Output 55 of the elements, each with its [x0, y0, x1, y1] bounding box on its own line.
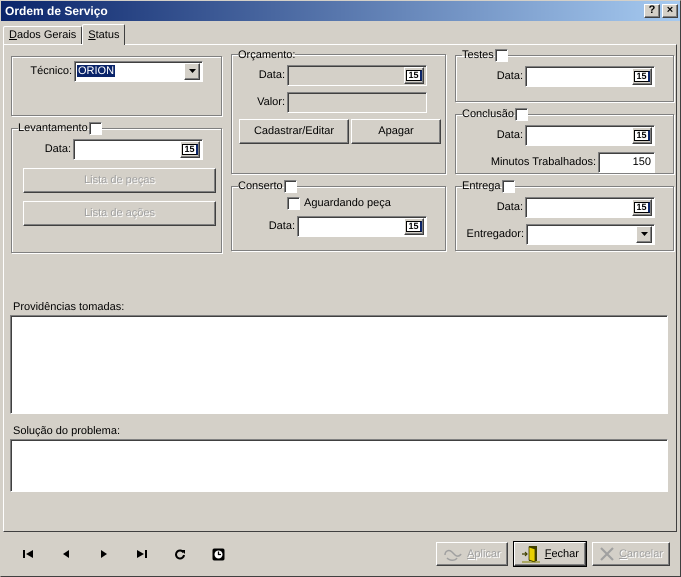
first-record-icon [22, 548, 34, 560]
group-title: Testes [462, 49, 494, 62]
action-button[interactable]: Apagar [351, 118, 441, 144]
tab[interactable]: Dados Gerais [3, 26, 82, 44]
tab[interactable]: Status [82, 24, 126, 45]
checkbox[interactable] [494, 48, 508, 62]
notes-label: Solução do problema: [13, 424, 122, 437]
group-title: Conserto [238, 180, 283, 192]
checkbox-label: Aguardando peça [304, 197, 391, 210]
checkbox[interactable] [284, 180, 297, 193]
calendar-button[interactable]: 15 [632, 68, 652, 85]
date-field[interactable]: 15 [525, 196, 655, 218]
checkbox[interactable] [502, 180, 515, 193]
group-title: Conclusão [462, 108, 514, 120]
group-title: Orçamento: [238, 48, 296, 61]
checkbox[interactable] [514, 108, 528, 121]
window-title: Ordem de Serviço [5, 4, 109, 18]
cross-icon [598, 546, 615, 562]
door-icon [520, 545, 541, 564]
checkbox[interactable] [287, 196, 300, 210]
calendar-button[interactable]: 15 [632, 126, 652, 144]
checkbox[interactable] [88, 122, 102, 135]
date-field[interactable]: 15 [525, 66, 655, 87]
field-label: Data: [496, 201, 523, 214]
field-label: Valor: [257, 96, 285, 108]
help-button[interactable]: ? [644, 4, 660, 18]
group-title: Entrega [462, 180, 501, 192]
field-label: Técnico: [30, 65, 72, 78]
field-label: Minutos Trabalhados: [490, 156, 596, 168]
last-record-icon [136, 548, 148, 560]
clock-icon [212, 548, 224, 561]
dropdown-field[interactable] [526, 224, 655, 245]
field-value: 150 [632, 156, 652, 168]
field-label: Entregador: [466, 228, 524, 240]
group-title: Levantamento [18, 122, 88, 134]
notes-label: Providências tomadas: [13, 300, 126, 313]
calendar-button[interactable]: 15 [404, 218, 424, 235]
refresh-icon [174, 548, 186, 560]
text-area[interactable] [10, 438, 668, 492]
date-field[interactable]: 15 [525, 124, 655, 146]
calendar-button[interactable]: 15 [632, 198, 652, 216]
dropdown-field[interactable]: ORION [74, 60, 203, 82]
date-field[interactable]: 15 [297, 216, 427, 237]
field-label: Data: [268, 220, 295, 232]
field-label: Data: [258, 69, 285, 82]
date-field[interactable]: 15 [73, 138, 203, 160]
dialog-button[interactable]: Fechar [514, 542, 586, 566]
field-value: ORION [77, 65, 116, 78]
number-field[interactable]: 150 [598, 152, 655, 173]
close-button[interactable]: × [662, 4, 678, 18]
field-label: Data: [496, 70, 523, 82]
field-label: Data: [496, 129, 523, 142]
calendar-button[interactable]: 15 [180, 140, 200, 158]
field-label: Data: [44, 143, 71, 156]
action-button[interactable]: Cadastrar/Editar [239, 118, 349, 144]
